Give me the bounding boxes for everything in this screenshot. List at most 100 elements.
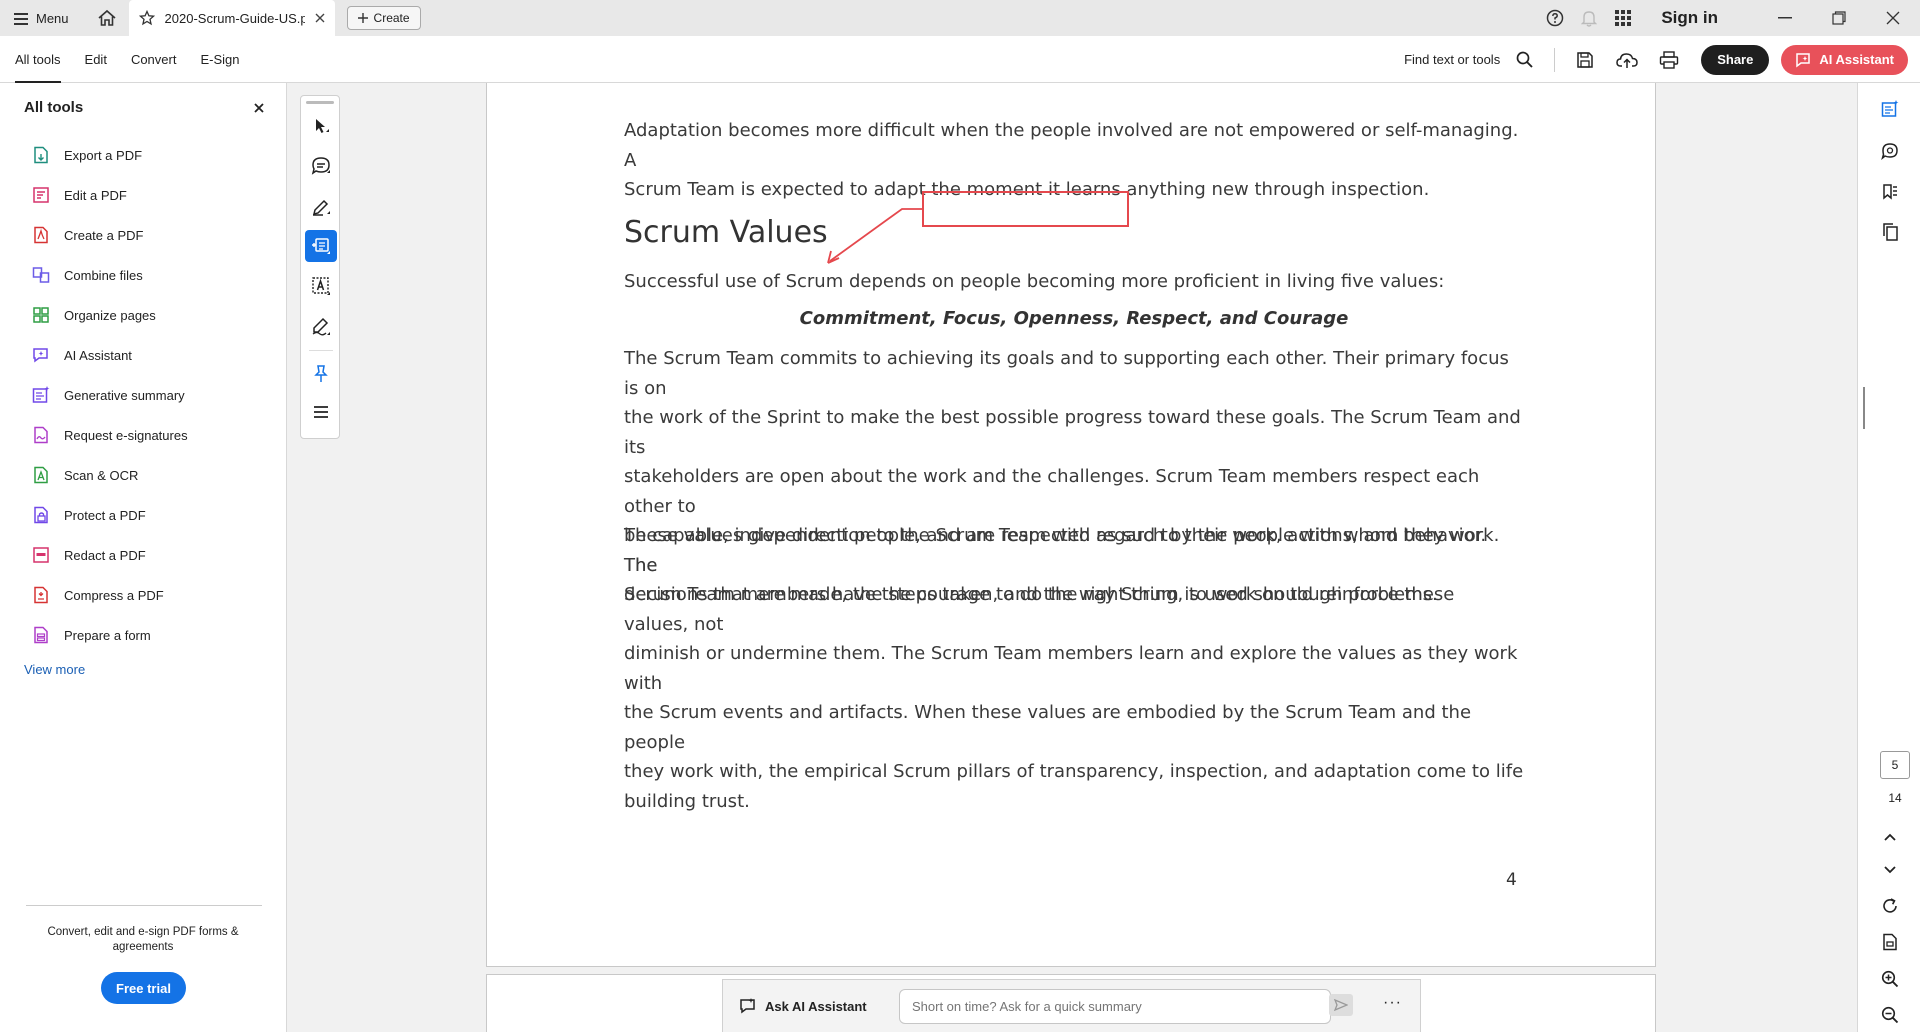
callout-arrow-head xyxy=(827,250,840,264)
current-page-input[interactable]: 5 xyxy=(1880,751,1910,779)
tool-item-edit-pdf[interactable]: Edit a PDF xyxy=(32,175,188,215)
tool-item-generative-summary[interactable]: Generative summary xyxy=(32,375,188,415)
tab-all-tools[interactable]: All tools xyxy=(15,36,61,83)
apps-grid-icon[interactable] xyxy=(1609,4,1637,32)
save-icon[interactable] xyxy=(1569,44,1601,76)
strip-divider xyxy=(309,350,333,351)
tools-list: Export a PDF Edit a PDF Create a PDF Combin… xyxy=(32,135,188,655)
draw-signature-icon[interactable] xyxy=(305,310,337,342)
drag-handle[interactable] xyxy=(306,101,334,104)
scrollbar-thumb[interactable] xyxy=(1863,387,1865,429)
all-tools-panel: All tools Export a PDF Edit a PDF Create a… xyxy=(0,83,287,1032)
notification-bell-icon[interactable] xyxy=(1575,4,1603,32)
tool-item-request-esignatures[interactable]: Request e-signatures xyxy=(32,415,188,455)
tool-item-compress-pdf[interactable]: Compress a PDF xyxy=(32,575,188,615)
home-icon[interactable] xyxy=(93,4,121,32)
generative-summary-icon[interactable] xyxy=(1878,97,1902,121)
tool-item-prepare-form[interactable]: Prepare a form xyxy=(32,615,188,655)
tab-edit[interactable]: Edit xyxy=(85,36,107,83)
close-panel-icon[interactable] xyxy=(252,101,266,115)
text-box-icon[interactable] xyxy=(305,270,337,302)
scan-ocr-icon xyxy=(34,466,48,484)
callout-text-box[interactable] xyxy=(922,191,1129,227)
add-text-comment-icon[interactable] xyxy=(305,230,337,262)
tool-item-label: Request e-signatures xyxy=(64,427,188,443)
share-button[interactable]: Share xyxy=(1701,44,1770,75)
zoom-in-icon[interactable] xyxy=(1878,967,1902,991)
text-line: building trust. xyxy=(624,790,750,812)
redact-pdf-icon xyxy=(33,547,49,563)
free-trial-button[interactable]: Free trial xyxy=(101,972,186,1004)
main-toolbar: All tools Edit Convert E-Sign Find text … xyxy=(0,36,1920,83)
sign-in-link[interactable]: Sign in xyxy=(1661,8,1718,28)
zoom-out-icon[interactable] xyxy=(1878,1003,1902,1027)
select-arrow-icon[interactable] xyxy=(305,110,337,142)
tool-item-label: Scan & OCR xyxy=(64,467,139,483)
help-icon[interactable] xyxy=(1541,4,1569,32)
compress-pdf-icon xyxy=(34,586,48,604)
tool-item-combine-files[interactable]: Combine files xyxy=(32,255,188,295)
search-icon[interactable] xyxy=(1508,44,1540,76)
values-list: Commitment, Focus, Openness, Respect, an… xyxy=(799,308,1349,329)
menu-button[interactable]: Menu xyxy=(14,0,69,36)
ai-chat-icon xyxy=(1796,52,1811,67)
page-settings-icon[interactable] xyxy=(1878,930,1902,954)
ai-assistant-label: AI Assistant xyxy=(1819,52,1894,67)
ai-assistant-button[interactable]: AI Assistant xyxy=(1781,44,1908,75)
pin-icon[interactable] xyxy=(305,358,337,390)
print-icon[interactable] xyxy=(1653,44,1685,76)
tool-item-organize-pages[interactable]: Organize pages xyxy=(32,295,188,335)
hamburger-icon xyxy=(14,12,28,25)
section-heading: Scrum Values xyxy=(624,215,828,250)
tool-item-redact-pdf[interactable]: Redact a PDF xyxy=(32,535,188,575)
panel-title: All tools xyxy=(24,99,84,116)
ask-ai-input[interactable] xyxy=(899,988,1331,1024)
intro-sentence: Successful use of Scrum depends on peopl… xyxy=(624,271,1445,292)
refresh-icon[interactable] xyxy=(1878,894,1902,918)
star-icon[interactable] xyxy=(138,10,155,26)
send-icon[interactable] xyxy=(1329,994,1353,1016)
text-line: stakeholders are open about the work and… xyxy=(624,466,1480,517)
request-esignatures-icon xyxy=(34,426,48,444)
comment-icon[interactable] xyxy=(305,150,337,182)
previous-page-icon[interactable] xyxy=(1878,825,1902,849)
text-line: they work with, the empirical Scrum pill… xyxy=(624,761,1524,782)
total-pages: 14 xyxy=(1888,791,1902,805)
menu-tabs: All tools Edit Convert E-Sign xyxy=(15,36,264,83)
comments-icon[interactable] xyxy=(1878,139,1902,163)
more-options-button[interactable]: ··· xyxy=(1383,994,1402,1012)
quick-tools-strip xyxy=(300,95,340,439)
tab-esign[interactable]: E-Sign xyxy=(200,36,239,83)
tool-item-label: Protect a PDF xyxy=(64,507,146,523)
next-page-icon[interactable] xyxy=(1878,858,1902,882)
more-tools-icon[interactable] xyxy=(305,396,337,428)
title-bar: Menu 2020-Scrum-Guide-US.p... Create Sig… xyxy=(0,0,1920,36)
paragraph-direction: These values give direction to the Scrum… xyxy=(624,521,1524,816)
upload-cloud-icon[interactable] xyxy=(1611,44,1643,76)
tool-item-ai-assistant[interactable]: AI Assistant xyxy=(32,335,188,375)
create-button[interactable]: Create xyxy=(346,6,421,30)
close-tab-icon[interactable] xyxy=(315,13,325,23)
tool-item-scan-ocr[interactable]: Scan & OCR xyxy=(32,455,188,495)
tool-item-label: Combine files xyxy=(64,267,143,283)
minimize-window-icon[interactable] xyxy=(1758,0,1812,36)
pages-thumbnails-icon[interactable] xyxy=(1878,220,1902,244)
tool-item-create-pdf[interactable]: Create a PDF xyxy=(32,215,188,255)
ask-ai-assistant-button[interactable]: Ask AI Assistant xyxy=(739,997,899,1015)
close-window-icon[interactable] xyxy=(1866,0,1920,36)
tool-item-export-pdf[interactable]: Export a PDF xyxy=(32,135,188,175)
text-line: Adaptation becomes more difficult when t… xyxy=(624,120,1519,171)
toolbar-divider xyxy=(1554,47,1556,72)
find-text-label[interactable]: Find text or tools xyxy=(1404,52,1500,67)
bookmarks-icon[interactable] xyxy=(1878,180,1902,204)
highlight-pen-icon[interactable] xyxy=(305,190,337,222)
right-rail xyxy=(1857,83,1920,1032)
document-tab[interactable]: 2020-Scrum-Guide-US.p... xyxy=(128,0,335,36)
tab-convert[interactable]: Convert xyxy=(131,36,177,83)
callout-annotation[interactable] xyxy=(820,185,1140,275)
view-more-link[interactable]: View more xyxy=(24,662,85,677)
tool-item-label: Organize pages xyxy=(64,307,156,323)
text-line: decisions that are made, the steps taken… xyxy=(624,584,1455,635)
tool-item-protect-pdf[interactable]: Protect a PDF xyxy=(32,495,188,535)
restore-window-icon[interactable] xyxy=(1812,0,1866,36)
